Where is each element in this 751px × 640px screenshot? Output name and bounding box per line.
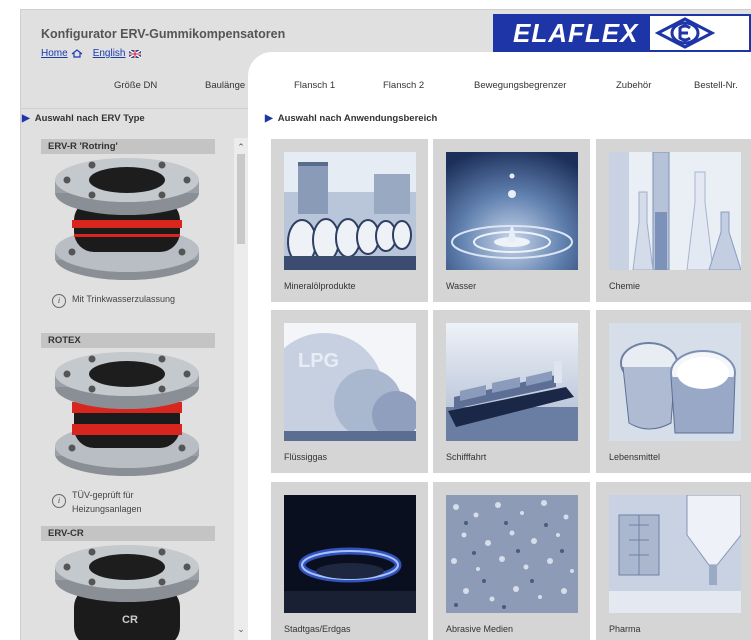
tile-label: Abrasive Medien (446, 624, 514, 634)
tile-lebensmittel[interactable]: Lebensmittel (596, 310, 751, 473)
home-link[interactable]: Home (41, 48, 83, 59)
tile-mineraloelprodukte[interactable]: Mineralölprodukte (271, 139, 428, 302)
type-header-erv-r[interactable]: ERV-R 'Rotring' (41, 139, 215, 154)
sidebar-heading: ▶ Auswahl nach ERV Type (22, 113, 145, 124)
tile-pharma[interactable]: Pharma (596, 482, 751, 640)
tile-label: Chemie (609, 281, 641, 291)
nav-item-bestell-nr[interactable]: Bestell-Nr. (694, 80, 738, 91)
nav-item-bewegungsbegrenzer[interactable]: Bewegungsbegrenzer (474, 80, 566, 91)
config-step-nav: Größe DN Baulänge Flansch 1 Flansch 2 Be… (110, 80, 751, 94)
svg-text:CR: CR (122, 614, 138, 626)
arrow-right-icon: ▶ (265, 113, 273, 124)
type-header-rotex[interactable]: ROTEX (41, 333, 215, 348)
scroll-thumb[interactable] (237, 154, 245, 244)
erv-r-compensator-image (55, 158, 199, 280)
type-note-rotex: i TÜV-geprüft für Heizungsanlagen (52, 488, 182, 516)
info-icon[interactable]: i (52, 294, 66, 308)
tile-label: Wasser (446, 281, 477, 291)
type-note-erv-r-text: Mit Trinkwasserzulassung (72, 294, 176, 304)
lpg-spheres-image: LPG (284, 323, 416, 441)
tile-label: Flüssiggas (284, 452, 328, 462)
arrow-right-icon: ▶ (22, 113, 30, 124)
app-title: Konfigurator ERV-Gummikompensatoren (41, 27, 286, 41)
nav-item-flansch-1[interactable]: Flansch 1 (294, 80, 335, 91)
water-drop-image (446, 152, 578, 270)
nav-item-baulaenge[interactable]: Baulänge (205, 80, 245, 91)
tile-label: Mineralölprodukte (284, 281, 356, 291)
sidebar-heading-label: Auswahl nach ERV Type (34, 113, 145, 124)
home-icon (71, 49, 83, 58)
logo-wordmark: ELAFLEX (495, 16, 651, 50)
type-note-rotex-text: TÜV-geprüft für Heizungsanlagen (72, 490, 142, 514)
scroll-up-icon[interactable]: ⌃ (234, 140, 248, 154)
main-heading-label: Auswahl nach Anwendungsbereich (277, 113, 438, 124)
tile-label: Lebensmittel (609, 452, 661, 462)
nav-item-zubehoer[interactable]: Zubehör (616, 80, 651, 91)
container-ship-image (446, 323, 578, 441)
svg-text:LPG: LPG (298, 350, 339, 372)
milk-can-image (609, 323, 741, 441)
granulate-image (446, 495, 578, 613)
elaflex-logo: ELAFLEX (493, 14, 751, 52)
rotex-compensator-image (55, 352, 199, 476)
tile-wasser[interactable]: Wasser (433, 139, 590, 302)
configurator-app: Konfigurator ERV-Gummikompensatoren Home… (0, 0, 751, 640)
nav-item-groesse-dn[interactable]: Größe DN (114, 80, 157, 91)
main-heading: ▶ Auswahl nach Anwendungsbereich (265, 113, 437, 124)
tile-label: Pharma (609, 624, 641, 634)
english-link[interactable]: English (93, 48, 141, 59)
type-header-erv-cr[interactable]: ERV-CR (41, 526, 215, 541)
tile-abrasive-medien[interactable]: Abrasive Medien (433, 482, 590, 640)
chemistry-glassware-image (609, 152, 741, 270)
logo-emblem-icon (655, 17, 716, 49)
home-link-label: Home (41, 48, 68, 59)
header-links: Home English (41, 48, 141, 59)
tile-label: Stadtgas/Erdgas (284, 624, 351, 634)
tile-chemie[interactable]: Chemie (596, 139, 751, 302)
tile-schifffahrt[interactable]: Schifffahrt (433, 310, 590, 473)
nav-item-flansch-2[interactable]: Flansch 2 (383, 80, 424, 91)
english-link-label: English (92, 48, 126, 59)
pharma-plant-image (609, 495, 741, 613)
scroll-down-icon[interactable]: ⌄ (234, 622, 248, 636)
gas-flame-image (284, 495, 416, 613)
tile-fluessiggas[interactable]: LPG Flüssiggas (271, 310, 428, 473)
info-icon[interactable]: i (52, 494, 66, 508)
tile-label: Schifffahrt (446, 452, 487, 462)
sidebar-scrollbar[interactable]: ⌃ ⌄ (234, 138, 248, 640)
sidebar-divider (20, 108, 248, 109)
type-note-erv-r: i Mit Trinkwasserzulassung (52, 294, 175, 308)
erv-cr-compensator-image: CR (55, 545, 199, 640)
oil-tanks-image (284, 152, 416, 270)
uk-flag-icon (128, 49, 141, 58)
tile-stadtgas-erdgas[interactable]: Stadtgas/Erdgas (271, 482, 428, 640)
